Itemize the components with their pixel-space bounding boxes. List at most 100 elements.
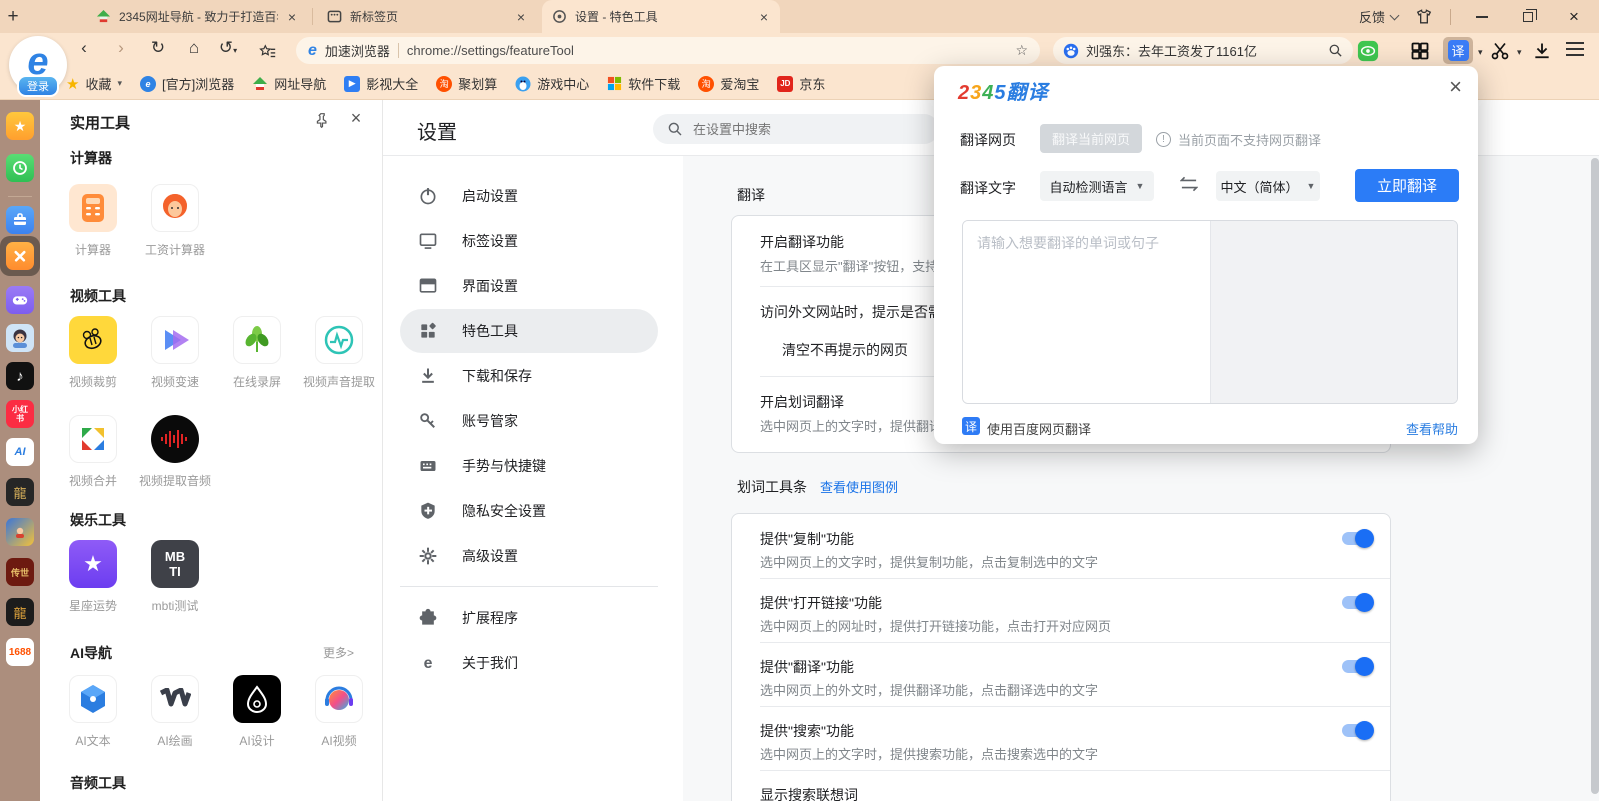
help-link[interactable]: 查看帮助 bbox=[1406, 419, 1458, 438]
toggle-translate[interactable] bbox=[1342, 660, 1372, 673]
settings-search-box[interactable] bbox=[653, 114, 939, 144]
tool-item-ai-design[interactable]: AI设计 bbox=[216, 675, 298, 749]
tab-newtab[interactable]: 新标签页 × bbox=[317, 0, 537, 33]
settings-menu-gestures[interactable]: 手势与快捷键 bbox=[400, 444, 658, 488]
browser-logo[interactable]: e 登录 bbox=[9, 36, 67, 94]
translate-input[interactable] bbox=[963, 221, 1210, 403]
sidebar-toolbox-icon[interactable] bbox=[6, 206, 34, 234]
sidebar-history-clock-icon[interactable] bbox=[6, 154, 34, 182]
url-box[interactable]: e 加速浏览器 chrome://settings/featureTool ☆ bbox=[296, 37, 1040, 64]
tab-settings[interactable]: 设置 - 特色工具 × bbox=[542, 0, 780, 33]
toggle-open-link[interactable] bbox=[1342, 596, 1372, 609]
skin-theme-icon[interactable] bbox=[1414, 7, 1434, 27]
undo-icon[interactable]: ↺▾ bbox=[216, 38, 240, 58]
settings-menu-privacy[interactable]: 隐私安全设置 bbox=[400, 489, 658, 533]
search-box[interactable]: 刘强东：去年工资发了1161亿 bbox=[1053, 37, 1353, 64]
tool-item-video-audio-extract[interactable]: 视频提取音频 bbox=[134, 415, 216, 489]
url-text[interactable]: chrome://settings/featureTool bbox=[407, 43, 1008, 58]
restore-button[interactable] bbox=[1513, 5, 1543, 29]
screenshot-caret-icon[interactable]: ▾ bbox=[1517, 47, 1522, 58]
sidebar-assistant-avatar[interactable] bbox=[6, 324, 34, 352]
bookmark-item[interactable]: ▶ 影视大全 bbox=[344, 74, 418, 93]
sidebar-favorites-icon[interactable]: ★ bbox=[6, 112, 34, 140]
sidebar-game-legend-icon[interactable] bbox=[6, 518, 34, 546]
pin-icon[interactable] bbox=[310, 108, 334, 132]
scrollbar-thumb[interactable] bbox=[1591, 158, 1599, 794]
translate-current-page-button[interactable]: 翻译当前网页 bbox=[1040, 124, 1142, 153]
new-tab-button[interactable]: + bbox=[0, 4, 26, 30]
tool-item-horoscope[interactable]: ★ 星座运势 bbox=[52, 540, 134, 614]
source-language-select[interactable]: 自动检测语言▼ bbox=[1040, 171, 1154, 201]
forward-icon[interactable]: › bbox=[109, 38, 133, 58]
sidebar-ai-icon[interactable]: AI bbox=[6, 438, 34, 466]
bookmark-star-icon[interactable]: ☆ bbox=[1015, 42, 1028, 59]
translate-caret-icon[interactable]: ▾ bbox=[1478, 47, 1483, 58]
tab-close-icon[interactable]: × bbox=[515, 9, 527, 25]
close-window-button[interactable]: × bbox=[1559, 5, 1589, 29]
tool-item-salary-calculator[interactable]: 工资计算器 bbox=[134, 184, 216, 258]
bookmark-item[interactable]: e [官方]浏览器 bbox=[140, 74, 234, 93]
tab-2345-nav[interactable]: 2345网址导航 - 致力于打造百年 × bbox=[86, 0, 308, 33]
clear-no-prompt-button[interactable]: 清空不再提示的网页 bbox=[782, 340, 908, 360]
sidebar-game-chuanshi-icon[interactable]: 传世 bbox=[6, 558, 34, 586]
sidebar-douyin-icon[interactable]: ♪ bbox=[6, 362, 34, 390]
settings-menu-accounts[interactable]: 账号管家 bbox=[400, 399, 658, 443]
main-menu-icon[interactable] bbox=[1566, 42, 1584, 60]
bookmark-item[interactable]: 网址导航 bbox=[252, 74, 326, 93]
settings-menu-interface[interactable]: 界面设置 bbox=[400, 264, 658, 308]
settings-search-input[interactable] bbox=[693, 122, 893, 137]
back-icon[interactable]: ‹ bbox=[72, 38, 96, 58]
bookmark-item[interactable]: 淘 聚划算 bbox=[436, 74, 497, 93]
translate-now-button[interactable]: 立即翻译 bbox=[1355, 169, 1459, 202]
search-hotword[interactable]: 刘强东：去年工资发了1161亿 bbox=[1086, 41, 1321, 60]
bookmark-manager-icon[interactable] bbox=[256, 40, 280, 64]
tool-item-ai-text[interactable]: AI文本 bbox=[52, 675, 134, 749]
settings-menu-feature-tools[interactable]: 特色工具 bbox=[400, 309, 658, 353]
toggle-search[interactable] bbox=[1342, 724, 1372, 737]
tool-item-video-sound-extract[interactable]: 视频声音提取 bbox=[298, 316, 380, 390]
tool-item-screen-record[interactable]: 在线录屏 bbox=[216, 316, 298, 390]
sidebar-game-long2-icon[interactable]: 龍 bbox=[6, 598, 34, 626]
tool-item-video-speed[interactable]: 视频变速 bbox=[134, 316, 216, 390]
eye-protection-icon[interactable] bbox=[1356, 39, 1380, 63]
apps-grid-icon[interactable] bbox=[1408, 39, 1432, 63]
tool-item-video-merge[interactable]: 视频合并 bbox=[52, 415, 134, 489]
close-popup-icon[interactable]: × bbox=[1449, 74, 1462, 100]
toggle-copy[interactable] bbox=[1342, 532, 1372, 545]
sidebar-games-icon[interactable] bbox=[6, 286, 34, 314]
settings-menu-tabs[interactable]: 标签设置 bbox=[400, 219, 658, 263]
tool-item-ai-paint[interactable]: AI绘画 bbox=[134, 675, 216, 749]
download-icon[interactable] bbox=[1530, 39, 1554, 63]
settings-menu-downloads[interactable]: 下载和保存 bbox=[400, 354, 658, 398]
tab-close-icon[interactable]: × bbox=[758, 9, 770, 25]
settings-menu-startup[interactable]: 启动设置 bbox=[400, 174, 658, 218]
feedback-button[interactable]: 反馈 bbox=[1359, 7, 1398, 26]
bookmark-item[interactable]: 游戏中心 bbox=[515, 74, 589, 93]
tool-item-mbti[interactable]: MB TI mbti测试 bbox=[134, 540, 216, 614]
tool-item-ai-video[interactable]: AI视频 bbox=[298, 675, 380, 749]
bookmark-item[interactable]: JD 京东 bbox=[777, 74, 825, 93]
favorites-menu[interactable]: ★ 收藏 ▾ bbox=[66, 74, 122, 93]
sidebar-1688-icon[interactable]: 1688 bbox=[6, 638, 34, 666]
search-icon[interactable] bbox=[1328, 43, 1343, 58]
close-panel-icon[interactable]: × bbox=[344, 106, 368, 130]
translate-toolbar-button[interactable]: 译 bbox=[1443, 37, 1473, 64]
settings-menu-advanced[interactable]: 高级设置 bbox=[400, 534, 658, 578]
more-link[interactable]: 更多> bbox=[323, 644, 354, 661]
login-badge[interactable]: 登录 bbox=[17, 75, 59, 97]
minimize-button[interactable] bbox=[1467, 5, 1497, 29]
home-icon[interactable]: ⌂ bbox=[182, 38, 206, 58]
sidebar-xiaohongshu-icon[interactable]: 小红书 bbox=[6, 400, 34, 428]
tool-item-calculator[interactable]: 计算器 bbox=[52, 184, 134, 258]
sidebar-game-long-icon[interactable]: 龍 bbox=[6, 478, 34, 506]
tab-close-icon[interactable]: × bbox=[286, 9, 298, 25]
screenshot-scissors-icon[interactable] bbox=[1488, 39, 1512, 63]
sidebar-utility-tools-selected[interactable] bbox=[0, 236, 40, 276]
usage-legend-link[interactable]: 查看使用图例 bbox=[820, 477, 898, 496]
settings-menu-extensions[interactable]: 扩展程序 bbox=[400, 596, 658, 640]
target-language-select[interactable]: 中文（简体）▼ bbox=[1216, 171, 1320, 201]
tool-item-video-cut[interactable]: 视频裁剪 bbox=[52, 316, 134, 390]
swap-languages-icon[interactable] bbox=[1180, 176, 1198, 197]
bookmark-item[interactable]: 软件下载 bbox=[607, 74, 680, 93]
reload-icon[interactable]: ↻ bbox=[146, 38, 170, 58]
